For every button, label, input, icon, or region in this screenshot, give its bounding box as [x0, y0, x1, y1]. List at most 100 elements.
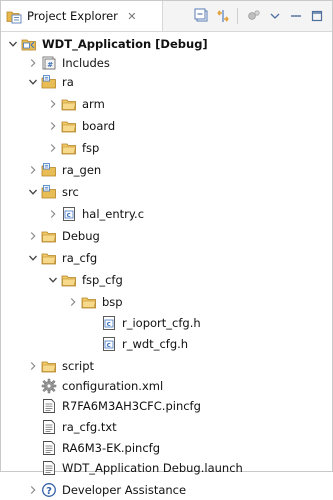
tree-item[interactable]: bsp	[67, 292, 123, 312]
tree-item[interactable]: R7FA6M3AH3CFC.pincfg	[27, 396, 201, 416]
focus-icon	[248, 10, 260, 20]
tree-item[interactable]: configuration.xml	[27, 376, 163, 396]
tree-item-label: board	[82, 119, 116, 133]
tree-item-label: fsp_cfg	[82, 273, 123, 287]
tree-item[interactable]: src	[27, 182, 79, 202]
collapse-all-icon	[194, 8, 208, 22]
tab-close-icon[interactable]: ✕	[126, 10, 138, 23]
minimize-button[interactable]	[287, 7, 305, 25]
maximize-icon	[311, 10, 323, 22]
folder-icon	[41, 228, 57, 244]
tree-item[interactable]: # Includes	[27, 53, 110, 73]
tree-item[interactable]: ra_cfg.txt	[27, 417, 117, 437]
tree-item[interactable]: Debug	[27, 226, 100, 246]
expanded-chevron-icon[interactable]	[7, 34, 19, 54]
tree-item[interactable]: ? Developer Assistance	[27, 480, 186, 500]
folder-icon	[41, 358, 57, 374]
tree-item[interactable]: c r_ioport_cfg.h	[87, 313, 201, 333]
tree-item-label: r_ioport_cfg.h	[122, 316, 201, 330]
svg-text:?: ?	[46, 486, 52, 497]
minimize-icon	[291, 15, 301, 17]
text-file-icon	[41, 398, 57, 414]
svg-text:c: c	[67, 211, 71, 219]
expanded-chevron-icon[interactable]	[27, 248, 39, 268]
tree-item-label: R7FA6M3AH3CFC.pincfg	[62, 399, 201, 413]
folder-icon	[61, 272, 77, 288]
svg-text:c: c	[107, 341, 111, 349]
collapsed-chevron-icon[interactable]	[47, 204, 59, 224]
collapsed-chevron-icon[interactable]	[27, 160, 39, 180]
svg-text:#: #	[47, 61, 53, 69]
collapsed-chevron-icon[interactable]	[47, 116, 59, 136]
tree-item[interactable]: WDT_Application Debug.launch	[27, 458, 243, 478]
tree-item-label: WDT_Application Debug.launch	[62, 461, 243, 475]
tree-item[interactable]: board	[47, 116, 115, 136]
tree-item-label: arm	[82, 97, 105, 111]
collapsed-chevron-icon[interactable]	[27, 226, 39, 246]
tree-item[interactable]: arm	[47, 94, 105, 114]
source-folder-icon	[41, 74, 57, 90]
tree-item[interactable]: RA6M3-EK.pincfg	[27, 438, 160, 458]
folder-icon	[61, 140, 77, 156]
source-folder-icon	[41, 184, 57, 200]
maximize-button[interactable]	[308, 7, 326, 25]
collapsed-chevron-icon[interactable]	[27, 480, 39, 500]
c-file-icon: c	[61, 206, 77, 222]
focus-button[interactable]	[245, 7, 263, 25]
tree-item[interactable]: ra	[27, 72, 74, 92]
link-with-editor-button[interactable]	[214, 7, 232, 25]
expanded-chevron-icon[interactable]	[27, 72, 39, 92]
chevron-down-icon	[270, 13, 280, 19]
h-file-icon: c	[101, 315, 117, 331]
tree-item-label: Developer Assistance	[62, 483, 187, 497]
tree-item-label: Debug	[62, 229, 100, 243]
tree-item[interactable]: ra_cfg	[27, 248, 97, 268]
source-folder-icon	[41, 162, 57, 178]
toolbar-separator	[237, 8, 238, 24]
collapsed-chevron-icon[interactable]	[27, 356, 39, 376]
view-menu-button[interactable]	[266, 7, 284, 25]
tree-item-label: ra_cfg.txt	[62, 420, 117, 434]
collapsed-chevron-icon[interactable]	[47, 94, 59, 114]
folder-icon	[81, 294, 97, 310]
tree-item-label: ra_cfg	[62, 251, 98, 265]
tree-item-label: ra	[62, 75, 74, 89]
tree-item[interactable]: WDT_Application [Debug]	[7, 34, 208, 54]
tree-item-label: script	[62, 359, 95, 373]
project-explorer-icon	[6, 8, 22, 24]
tree-item[interactable]: fsp_cfg	[47, 270, 123, 290]
collapse-all-button[interactable]	[193, 7, 211, 25]
tree-item-label: bsp	[102, 295, 123, 309]
view-toolbar	[190, 7, 326, 25]
tree-item-label: r_wdt_cfg.h	[122, 337, 189, 351]
project-tree: WDT_Application [Debug] # Includes ra arm boa…	[1, 34, 332, 497]
tree-item[interactable]: c hal_entry.c	[47, 204, 144, 224]
tree-item-label: fsp	[82, 141, 100, 155]
text-file-icon	[41, 440, 57, 456]
tree-item[interactable]: fsp	[47, 138, 99, 158]
collapsed-chevron-icon[interactable]	[67, 292, 79, 312]
help-circle-icon: ?	[41, 482, 57, 498]
folder-icon	[61, 118, 77, 134]
tab-title: Project Explorer	[27, 9, 118, 23]
tree-item[interactable]: ra_gen	[27, 160, 101, 180]
svg-text:c: c	[107, 320, 111, 328]
tree-item[interactable]: c r_wdt_cfg.h	[87, 334, 188, 354]
tree-item[interactable]: script	[27, 356, 94, 376]
configuration-gear-icon	[41, 378, 57, 394]
tree-item-label: RA6M3-EK.pincfg	[62, 441, 161, 455]
collapsed-chevron-icon[interactable]	[27, 53, 39, 73]
tree-item-label: ra_gen	[62, 163, 102, 177]
project-explorer-view: Project Explorer ✕ WDT_Application [Debu…	[0, 0, 333, 497]
collapsed-chevron-icon[interactable]	[47, 138, 59, 158]
tab-project-explorer[interactable]: Project Explorer ✕	[1, 1, 163, 31]
tree-item-label: src	[62, 185, 79, 199]
expanded-chevron-icon[interactable]	[47, 270, 59, 290]
expanded-chevron-icon[interactable]	[27, 182, 39, 202]
